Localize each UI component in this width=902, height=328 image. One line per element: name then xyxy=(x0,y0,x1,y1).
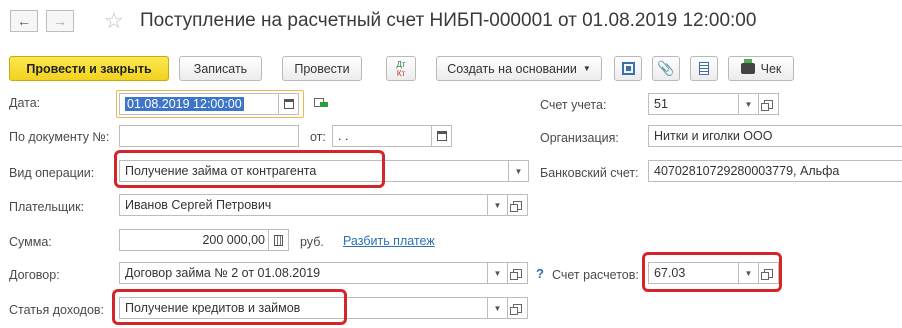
print-button[interactable] xyxy=(690,56,718,81)
attach-button[interactable]: 📎 xyxy=(652,56,680,81)
amount-input[interactable]: 200 000,00 xyxy=(119,229,269,251)
calendar-icon xyxy=(283,99,294,109)
page-title: Поступление на расчетный счет НИБП-00000… xyxy=(140,10,757,31)
payer-dropdown-button[interactable]: ▼ xyxy=(488,194,508,216)
amount-label: Сумма: xyxy=(9,235,52,249)
account-dropdown-button[interactable]: ▼ xyxy=(739,93,759,115)
chevron-down-icon: ▼ xyxy=(493,303,502,313)
arrow-left-icon: ← xyxy=(17,13,31,29)
date-edit-icon[interactable] xyxy=(314,96,328,110)
receipt-button[interactable]: Чек xyxy=(728,56,794,81)
document-list-icon xyxy=(699,62,709,75)
create-based-on-button[interactable]: Создать на основании ▼ xyxy=(436,56,602,81)
calculator-icon xyxy=(274,234,283,246)
split-payment-link[interactable]: Разбить платеж xyxy=(343,234,435,248)
date-input[interactable]: 01.08.2019 12:00:00 xyxy=(119,93,279,115)
contract-dropdown-button[interactable]: ▼ xyxy=(488,262,508,284)
operation-type-highlight xyxy=(114,150,385,188)
settlement-account-label: Счет расчетов: xyxy=(552,268,639,282)
account-input[interactable]: 51 xyxy=(648,93,739,115)
open-form-icon xyxy=(510,200,522,212)
chevron-down-icon: ▼ xyxy=(744,99,753,109)
currency-label: руб. xyxy=(300,235,324,249)
organization-label: Организация: xyxy=(540,131,619,145)
from-date-input[interactable]: . . xyxy=(332,125,432,147)
open-form-icon xyxy=(761,99,773,111)
arrow-right-icon: → xyxy=(53,13,67,29)
post-and-close-button[interactable]: Провести и закрыть xyxy=(9,56,169,81)
chevron-down-icon: ▼ xyxy=(493,268,502,278)
from-date-calendar-button[interactable] xyxy=(432,125,452,147)
chevron-down-icon: ▼ xyxy=(514,166,523,176)
date-label: Дата: xyxy=(9,96,41,110)
contract-open-button[interactable] xyxy=(508,262,528,284)
operation-type-dropdown-button[interactable]: ▼ xyxy=(509,160,529,182)
calendar-icon xyxy=(436,131,447,141)
forward-button[interactable]: → xyxy=(46,10,74,32)
hierarchy-icon xyxy=(621,62,635,75)
date-calendar-button[interactable] xyxy=(279,93,299,115)
back-button[interactable]: ← xyxy=(10,10,38,32)
dt-kt-button[interactable]: Дт Кт xyxy=(386,56,416,81)
income-item-dropdown-button[interactable]: ▼ xyxy=(488,297,508,319)
paperclip-icon: 📎 xyxy=(657,60,675,76)
open-form-icon xyxy=(510,268,522,280)
structure-button[interactable] xyxy=(614,56,642,81)
bank-account-label: Банковский счет: xyxy=(540,166,639,180)
payer-label: Плательщик: xyxy=(9,200,85,214)
contract-label: Договор: xyxy=(9,268,60,282)
organization-input[interactable]: Нитки и иголки ООО xyxy=(648,125,902,147)
chevron-down-icon: ▼ xyxy=(493,200,502,210)
income-item-highlight xyxy=(112,289,347,325)
open-form-icon xyxy=(510,303,522,315)
chevron-down-icon: ▼ xyxy=(582,64,591,73)
account-label: Счет учета: xyxy=(540,98,607,112)
operation-type-label: Вид операции: xyxy=(9,166,95,180)
contract-input[interactable]: Договор займа № 2 от 01.08.2019 xyxy=(119,262,488,284)
post-button[interactable]: Провести xyxy=(282,56,362,81)
income-item-label: Статья доходов: xyxy=(9,303,105,317)
save-button[interactable]: Записать xyxy=(179,56,262,81)
income-item-open-button[interactable] xyxy=(508,297,528,319)
doc-number-label: По документу №: xyxy=(9,130,110,144)
doc-number-input[interactable] xyxy=(119,125,299,147)
bank-account-input[interactable]: 40702810729280003779, Альфа xyxy=(648,160,902,182)
contract-help-icon[interactable]: ? xyxy=(536,266,544,281)
calculator-button[interactable] xyxy=(269,229,289,251)
cash-register-icon xyxy=(740,59,755,74)
payer-input[interactable]: Иванов Сергей Петрович xyxy=(119,194,488,216)
dt-kt-icon: Дт Кт xyxy=(396,59,406,78)
star-icon[interactable]: ☆ xyxy=(104,8,124,34)
from-label: от: xyxy=(310,130,326,144)
account-open-button[interactable] xyxy=(759,93,779,115)
settlement-account-highlight xyxy=(642,252,782,292)
payer-open-button[interactable] xyxy=(508,194,528,216)
